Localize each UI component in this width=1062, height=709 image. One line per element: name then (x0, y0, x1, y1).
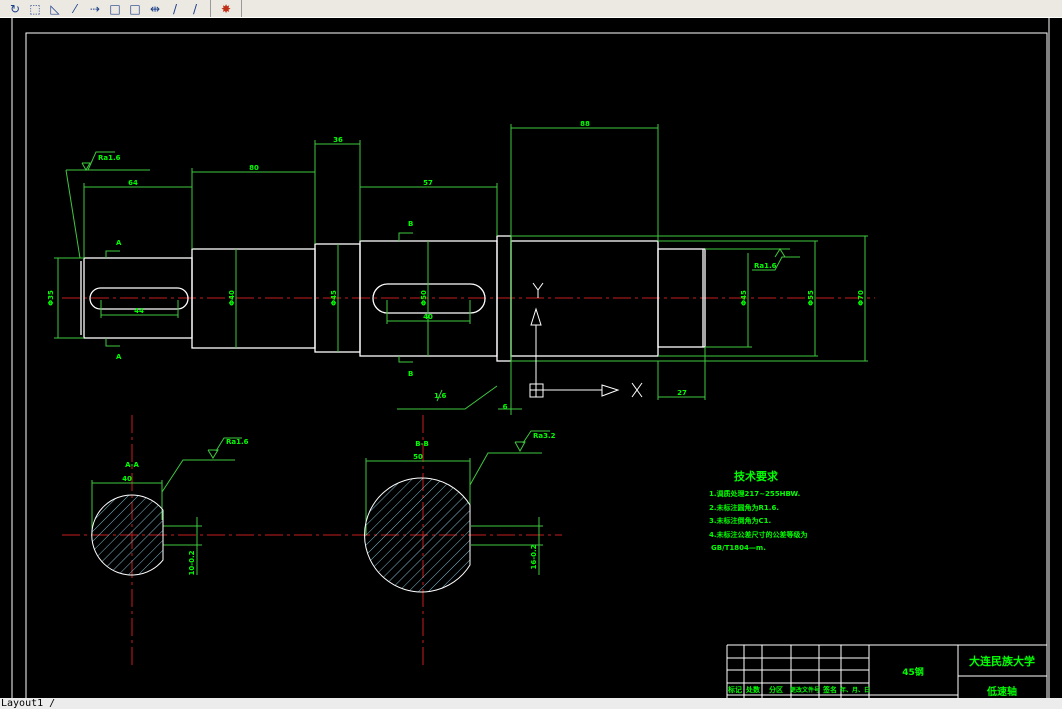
header-change-doc: 更改文件号 (790, 686, 820, 694)
toolbar: ↻ ⬚ ◺ ⁄ ⇢ □ □ ⇹ / / ✸ (0, 0, 1062, 18)
dimension-icon[interactable]: ◺ (46, 1, 64, 16)
dim-dia-bearing: Φ45 (740, 290, 748, 306)
ucs-y-label: Y (538, 280, 539, 282)
tech-requirements: 技术要求 1.调质处理217~255HBW. 2.未标注圆角为R1.6. 3.未… (709, 469, 808, 552)
section-mark-a-bottom: A (116, 353, 122, 361)
section-title-a: A-A (125, 461, 139, 469)
material: 45钢 (902, 666, 924, 678)
stretch-icon[interactable]: / (186, 1, 204, 16)
school-name: 大连民族大学 (969, 654, 1035, 668)
dim-sec-b-depth: 16-0.2 (530, 544, 538, 569)
header-date: 年、月、日 (840, 686, 870, 694)
ucs-x-label: X (646, 389, 647, 391)
drawing-canvas[interactable]: X Y 64 80 36 57 88 27 6 44 40 Φ35 Φ40 Φ4… (0, 18, 1062, 698)
trim-icon[interactable]: / (166, 1, 184, 16)
dim-88: 88 (580, 120, 590, 128)
dim-6: 6 (503, 403, 508, 411)
layout-tab-layout1[interactable]: Layout1 / (0, 698, 55, 709)
tech-title: 技术要求 (734, 469, 779, 483)
dim-dia6: Φ55 (807, 290, 815, 306)
layout-tab-bar: Layout1 / (0, 698, 1062, 709)
toolbar-group: ↻ ⬚ ◺ ⁄ ⇢ □ □ ⇹ / / (0, 0, 211, 17)
square-icon[interactable]: □ (126, 1, 144, 16)
dim-dia3: Φ45 (330, 290, 338, 306)
header-signature: 签名 (822, 685, 837, 694)
tech-line-1: 1.调质处理217~255HBW. (709, 489, 800, 498)
roughness-section-b: Ra3.2 (533, 432, 556, 440)
part-name: 低速轴 (986, 685, 1017, 698)
roughness-section-a: Ra1.6 (226, 438, 249, 446)
dim-27: 27 (677, 389, 687, 397)
dim-key1: 44 (134, 307, 144, 315)
orbit-icon[interactable]: ↻ (6, 1, 24, 16)
tech-line-4: 4.未标注公差尺寸的公差等级为 (709, 530, 808, 539)
ucs-icon (529, 282, 643, 398)
header-mark: 标记 (727, 685, 742, 694)
section-b-b (364, 477, 471, 593)
dotted-rect-icon[interactable]: ⬚ (26, 1, 44, 16)
header-zone: 分区 (769, 685, 783, 694)
break-line-icon[interactable]: ⁄ (66, 1, 84, 16)
dim-sec-b-width: 50 (413, 453, 423, 461)
rectangle-icon[interactable]: □ (106, 1, 124, 16)
extend-icon[interactable]: ⇢ (86, 1, 104, 16)
roughness-3: 1.6 (434, 392, 447, 400)
section-mark-b-bottom: B (408, 370, 413, 378)
tech-line-5: GB/T1804—m. (711, 544, 766, 552)
tech-line-3: 3.未标注倒角为C1. (709, 516, 771, 525)
dim-57: 57 (423, 179, 433, 187)
roughness-1: Ra1.6 (98, 154, 121, 162)
dim-80: 80 (249, 164, 259, 172)
dim-key2: 40 (423, 313, 433, 321)
dim-dia7: Φ70 (857, 290, 865, 306)
header-count: 处数 (745, 685, 761, 694)
section-a-a (91, 494, 164, 576)
dim-sec-a-depth: 10-0.2 (188, 550, 196, 575)
dim-sec-a-width: 40 (122, 475, 132, 483)
section-mark-b-top: B (408, 220, 413, 228)
toolbar-group-2: ✸ (211, 0, 242, 17)
dim-dia2: Φ40 (228, 290, 236, 306)
dim-36: 36 (333, 136, 343, 144)
roughness-2: Ra1.6 (754, 262, 777, 270)
drawing-frame (11, 18, 1050, 698)
dim-dia-left: Φ35 (47, 290, 55, 306)
join-icon[interactable]: ⇹ (146, 1, 164, 16)
section-title-b: B-B (415, 440, 429, 448)
dim-64: 64 (128, 179, 138, 187)
tech-line-2: 2.未标注圆角为R1.6. (709, 503, 779, 512)
section-mark-a-top: A (116, 239, 122, 247)
explode-icon[interactable]: ✸ (217, 1, 235, 16)
dim-dia4: Φ50 (420, 290, 428, 306)
